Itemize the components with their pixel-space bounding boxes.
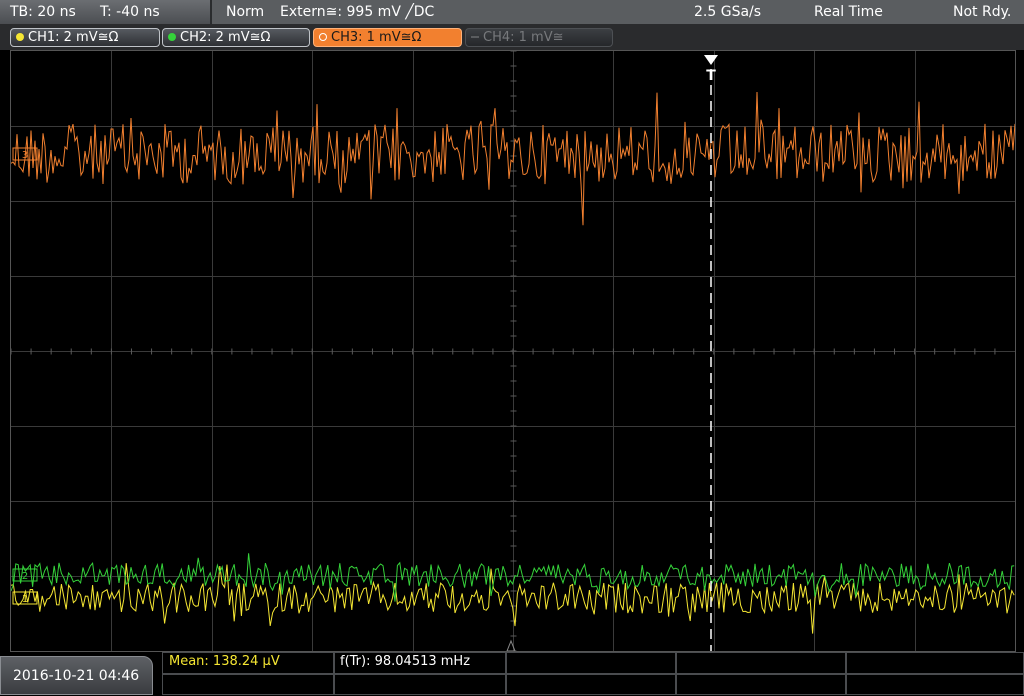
channel-4-indicator-icon bbox=[471, 36, 479, 38]
channel-1-waveform bbox=[10, 563, 1015, 634]
waveform-canvas[interactable]: T 3 2 1 bbox=[10, 50, 1016, 652]
measurement-cell-5 bbox=[846, 652, 1024, 674]
measurement-cell-10 bbox=[846, 674, 1024, 695]
status-bar: TB: 20 ns T: -40 ns Norm Extern≅: 995 mV… bbox=[0, 0, 1024, 24]
graticule bbox=[10, 50, 1015, 652]
measurement-cell-8 bbox=[506, 674, 676, 695]
channel-2-button[interactable]: CH2: 2 mV≅Ω bbox=[162, 28, 310, 47]
channel-1-marker-label: 1 bbox=[22, 594, 28, 605]
channel-2-label: CH2: 2 mV≅Ω bbox=[180, 30, 271, 45]
trigger-frequency-measurement[interactable]: f(Tr): 98.04513 mHz bbox=[340, 652, 470, 674]
measurement-cell-7 bbox=[334, 674, 506, 695]
acquisition-mode-label[interactable]: Real Time bbox=[814, 0, 883, 24]
channel-3-button[interactable]: CH3: 1 mV≅Ω bbox=[313, 28, 462, 47]
channel-4-button[interactable]: CH4: 1 mV≅ bbox=[465, 28, 613, 47]
acquisition-status-label: Not Rdy. bbox=[953, 4, 1012, 20]
measurement-cell-9 bbox=[676, 674, 846, 695]
trigger-source-label[interactable]: Extern≅: 995 mV ╱DC bbox=[280, 0, 434, 24]
channel-1-indicator-icon bbox=[16, 33, 24, 41]
trigger-marker-label: T bbox=[706, 68, 716, 84]
measurement-bar bbox=[0, 652, 1024, 695]
channel-1-label: CH1: 2 mV≅Ω bbox=[28, 30, 119, 45]
measurement-cell-6 bbox=[162, 674, 334, 695]
timebase-label[interactable]: TB: 20 ns bbox=[10, 0, 76, 24]
channel-3-marker-label: 3 bbox=[22, 150, 28, 161]
waveform-display[interactable]: T 3 2 1 bbox=[10, 50, 1016, 652]
channel-2-indicator-icon bbox=[168, 33, 176, 41]
date-time-display: 2016-10-21 04:46 bbox=[0, 656, 153, 695]
channel-1-button[interactable]: CH1: 2 mV≅Ω bbox=[10, 28, 160, 47]
sample-rate-label[interactable]: 2.5 GSa/s bbox=[694, 0, 761, 24]
trigger-offset-label[interactable]: T: -40 ns bbox=[100, 0, 160, 24]
mean-measurement[interactable]: Mean: 138.24 µV bbox=[169, 652, 280, 674]
channel-2-marker-label: 2 bbox=[22, 571, 28, 582]
measurement-cell-3 bbox=[506, 652, 676, 674]
channel-4-label: CH4: 1 mV≅ bbox=[483, 30, 564, 45]
channel-3-indicator-icon bbox=[319, 33, 327, 41]
channel-3-label: CH3: 1 mV≅Ω bbox=[331, 30, 422, 45]
measurement-cell-4 bbox=[676, 652, 846, 674]
trigger-position-arrow-icon[interactable] bbox=[704, 55, 718, 65]
trigger-mode-label[interactable]: Norm bbox=[226, 0, 264, 24]
